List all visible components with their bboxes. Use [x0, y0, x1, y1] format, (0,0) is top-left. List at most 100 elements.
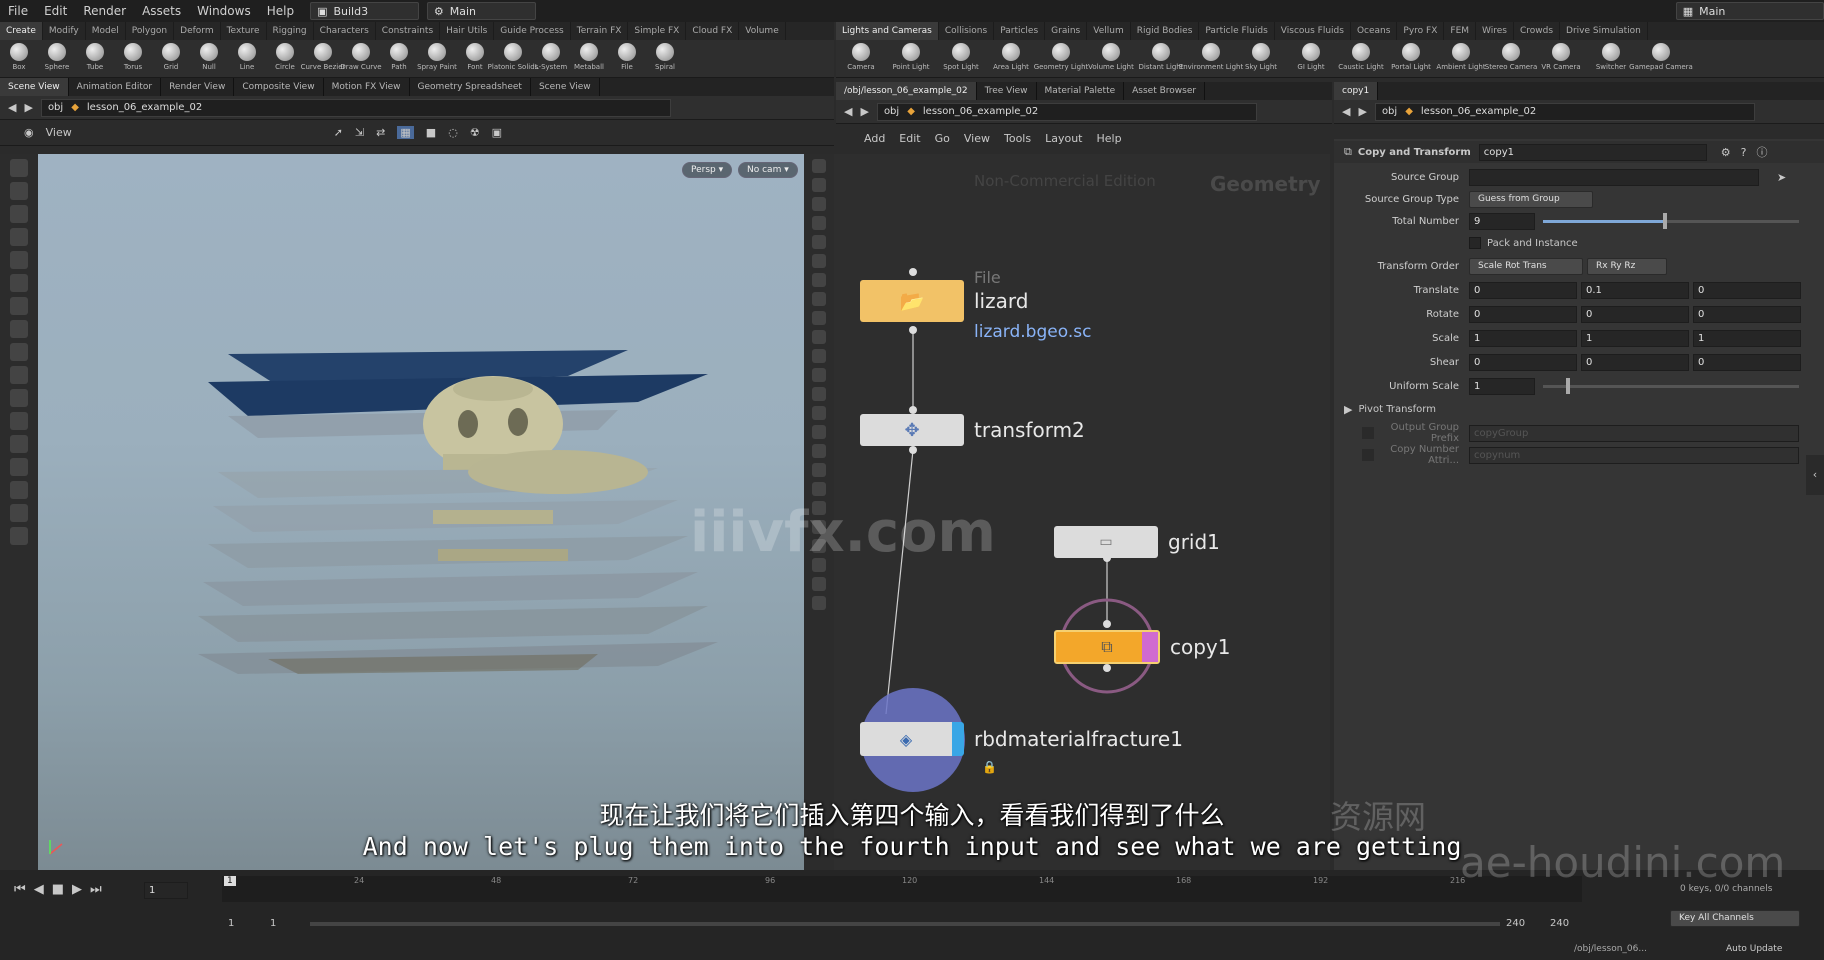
tab-copy1[interactable]: copy1: [1334, 82, 1379, 100]
tool-strip-icon[interactable]: [10, 159, 28, 177]
viewer-option-icon[interactable]: [812, 292, 826, 306]
tool-point-light[interactable]: Point Light: [886, 40, 936, 71]
tab-composite-view[interactable]: Composite View: [234, 78, 324, 96]
tool-strip-icon[interactable]: [10, 205, 28, 223]
tab-volume[interactable]: Volume: [739, 22, 786, 40]
menu-assets[interactable]: Assets: [134, 4, 189, 18]
tab-crowds[interactable]: Crowds: [1514, 22, 1561, 40]
viewer-option-icon[interactable]: [812, 235, 826, 249]
tab-modify[interactable]: Modify: [43, 22, 86, 40]
tool-grid[interactable]: Grid: [152, 40, 190, 71]
tab-rigid-bodies[interactable]: Rigid Bodies: [1131, 22, 1200, 40]
tab-guide-process[interactable]: Guide Process: [494, 22, 571, 40]
tab-grains[interactable]: Grains: [1045, 22, 1088, 40]
tab-constraints[interactable]: Constraints: [376, 22, 441, 40]
tab-animation-editor[interactable]: Animation Editor: [69, 78, 162, 96]
tab-asset-browser[interactable]: Asset Browser: [1124, 82, 1206, 100]
time-ruler[interactable]: 1 24 48 72 96 120 144 168 192 216: [222, 876, 1582, 902]
tool-strip-icon[interactable]: [10, 412, 28, 430]
tool-strip-icon[interactable]: [10, 228, 28, 246]
tool-box[interactable]: Box: [0, 40, 38, 71]
translate-field-x[interactable]: 0: [1469, 281, 1577, 299]
copy-number-field[interactable]: copynum: [1469, 446, 1799, 464]
viewer-option-icon[interactable]: [812, 406, 826, 420]
tool-geometry-light[interactable]: Geometry Light: [1034, 40, 1088, 71]
menu-edit[interactable]: Edit: [36, 4, 75, 18]
tool-environment-light[interactable]: Environment Light: [1179, 40, 1243, 71]
forward-arrow-icon[interactable]: ▶: [24, 101, 32, 114]
snap-icon[interactable]: ▦: [397, 126, 414, 139]
range-slider[interactable]: [310, 922, 1500, 926]
select-tool-icon[interactable]: ➚: [334, 126, 343, 139]
forward-arrow-icon[interactable]: ▶: [860, 105, 868, 118]
tool-gamepad-camera[interactable]: Gamepad Camera: [1629, 40, 1693, 71]
tool-torus[interactable]: Torus: [114, 40, 152, 71]
translate-field-y[interactable]: 0.1: [1581, 281, 1689, 299]
source-group-field[interactable]: [1469, 168, 1759, 186]
total-number-slider[interactable]: [1543, 212, 1799, 229]
node-copy1[interactable]: ⧉ copy1: [1054, 630, 1231, 664]
key-all-channels-menu[interactable]: Key All Channels: [1670, 910, 1800, 927]
tool-strip-icon[interactable]: [10, 458, 28, 476]
current-frame-marker[interactable]: 1: [224, 876, 236, 886]
tool-ambient-light[interactable]: Ambient Light: [1436, 40, 1486, 71]
node-rbdmaterialfracture1[interactable]: ◈ rbdmaterialfracture1: [860, 722, 1183, 756]
back-arrow-icon[interactable]: ◀: [844, 105, 852, 118]
mid-path-field[interactable]: obj ◆ lesson_06_example_02: [876, 102, 1257, 121]
shear-field-x[interactable]: 0: [1469, 353, 1577, 371]
tool-area-light[interactable]: Area Light: [986, 40, 1036, 71]
tab-terrain-fx[interactable]: Terrain FX: [571, 22, 629, 40]
viewer-option-icon[interactable]: [812, 425, 826, 439]
tool-volume-light[interactable]: Volume Light: [1086, 40, 1136, 71]
ghost-icon[interactable]: ◌: [448, 126, 458, 139]
select-arrow-icon[interactable]: ➤: [1777, 171, 1786, 184]
tab-texture[interactable]: Texture: [221, 22, 267, 40]
menu-view[interactable]: View: [964, 132, 990, 145]
node-file[interactable]: 📂 File lizard lizard.bgeo.sc: [860, 268, 1091, 342]
tab-tree-view[interactable]: Tree View: [977, 82, 1037, 100]
menu-layout[interactable]: Layout: [1045, 132, 1082, 145]
jump-end-icon[interactable]: ⏭: [90, 882, 102, 897]
tab-cloud-fx[interactable]: Cloud FX: [686, 22, 740, 40]
menu-help[interactable]: Help: [259, 4, 302, 18]
menu-go[interactable]: Go: [935, 132, 950, 145]
tab-characters[interactable]: Characters: [314, 22, 376, 40]
viewer-option-icon[interactable]: [812, 216, 826, 230]
stop-icon[interactable]: ■: [52, 882, 64, 897]
tab-particle-fluids[interactable]: Particle Fluids: [1199, 22, 1275, 40]
tab-pyro-fx[interactable]: Pyro FX: [1397, 22, 1445, 40]
menu-tools[interactable]: Tools: [1004, 132, 1031, 145]
tab-vellum[interactable]: Vellum: [1087, 22, 1131, 40]
menu-windows[interactable]: Windows: [189, 4, 259, 18]
tool-strip-icon[interactable]: [10, 251, 28, 269]
tab-deform[interactable]: Deform: [174, 22, 221, 40]
help-icon[interactable]: ?: [1741, 146, 1747, 159]
output-group-field[interactable]: copyGroup: [1469, 424, 1799, 442]
viewer-option-icon[interactable]: [812, 159, 826, 173]
tab-render-view[interactable]: Render View: [161, 78, 235, 96]
tool-caustic-light[interactable]: Caustic Light: [1336, 40, 1386, 71]
display-flag[interactable]: [1142, 632, 1158, 662]
viewer-option-icon[interactable]: [812, 577, 826, 591]
snapshot-icon[interactable]: ▣: [492, 126, 502, 139]
menu-edit[interactable]: Edit: [899, 132, 920, 145]
tool-sphere[interactable]: Sphere: [38, 40, 76, 71]
viewer-option-icon[interactable]: [812, 482, 826, 496]
camera-icon[interactable]: ☢: [470, 126, 480, 139]
translate-field-z[interactable]: 0: [1693, 281, 1801, 299]
tool-strip-icon[interactable]: [10, 274, 28, 292]
shear-field-y[interactable]: 0: [1581, 353, 1689, 371]
rotation-order-menu[interactable]: Rx Ry Rz: [1587, 257, 1667, 275]
expand-arrow-icon[interactable]: ▶: [1344, 403, 1352, 416]
rotate-field-x[interactable]: 0: [1469, 305, 1577, 323]
range-start-field[interactable]: 1: [270, 918, 276, 929]
viewer-option-icon[interactable]: [812, 387, 826, 401]
viewer-option-icon[interactable]: [812, 178, 826, 192]
tab-simple-fx[interactable]: Simple FX: [628, 22, 687, 40]
jump-start-icon[interactable]: ⏮: [14, 882, 26, 897]
tool-tube[interactable]: Tube: [76, 40, 114, 71]
tab-motion-fx-view[interactable]: Motion FX View: [324, 78, 410, 96]
right-context-selector[interactable]: ▦ Main: [1675, 2, 1824, 20]
tool-strip-icon[interactable]: [10, 297, 28, 315]
forward-arrow-icon[interactable]: ▶: [1358, 105, 1366, 118]
